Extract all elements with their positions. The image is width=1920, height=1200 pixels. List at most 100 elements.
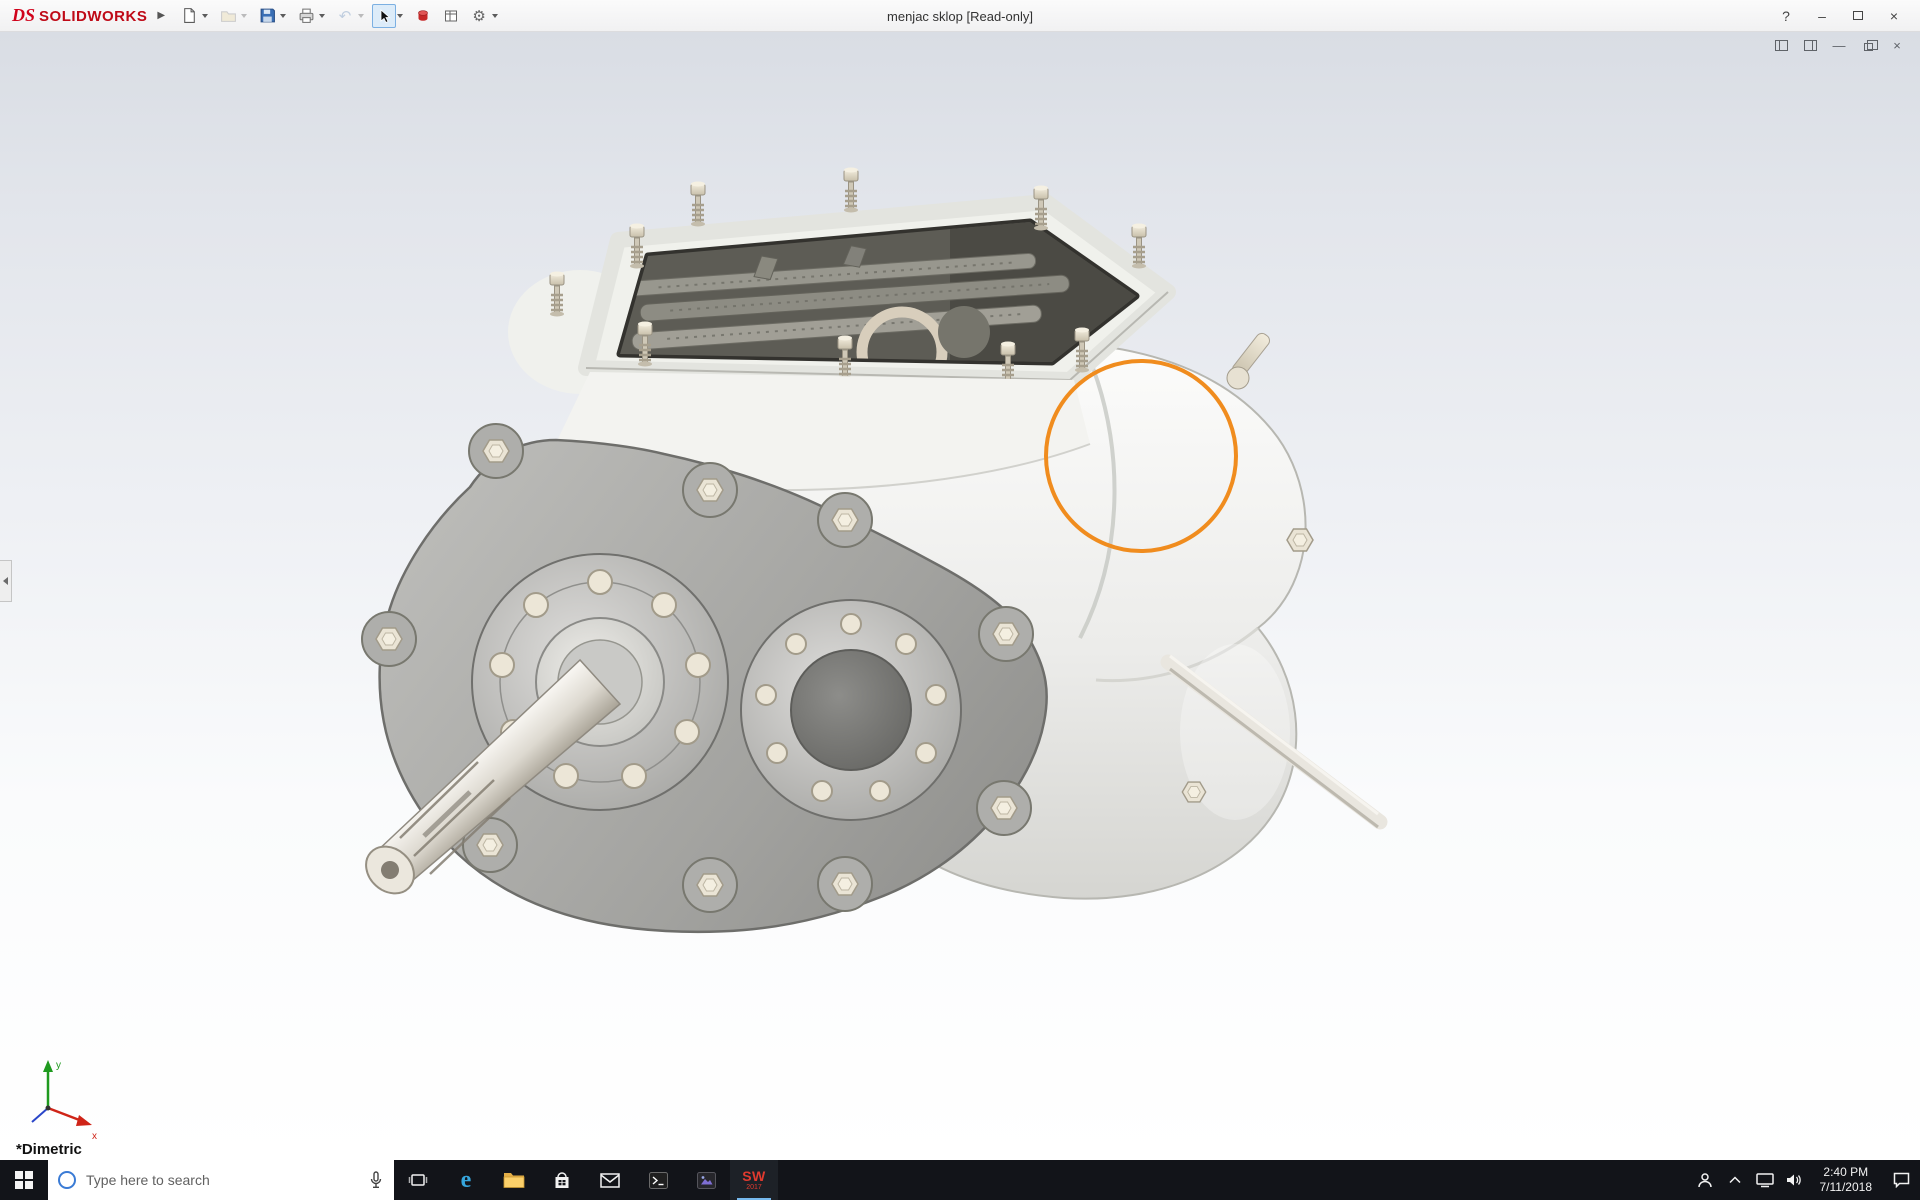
window-controls: ? – × <box>1768 2 1920 30</box>
console-button[interactable] <box>634 1160 682 1200</box>
file-properties-icon <box>445 10 458 21</box>
brand-text: SOLIDWORKS <box>39 8 148 25</box>
taskbar-clock[interactable]: 2:40 PM 7/11/2018 <box>1810 1165 1883 1195</box>
toolbar-group-undo: ↶ <box>333 4 368 28</box>
edge-icon: e <box>460 1167 472 1193</box>
photos-icon <box>696 1171 716 1189</box>
open-button[interactable] <box>216 4 240 28</box>
close-button[interactable]: × <box>1876 2 1912 30</box>
windows-logo-icon <box>15 1171 33 1189</box>
network-icon <box>1755 1172 1774 1187</box>
microphone-icon[interactable] <box>368 1171 384 1189</box>
open-dropdown-caret[interactable] <box>241 13 248 18</box>
network-button[interactable] <box>1750 1160 1780 1200</box>
feature-manager-collapse-tab[interactable] <box>0 560 12 602</box>
title-bar: DS SOLIDWORKS ▶ ↶ ⚙ menjac sklop [Read-o… <box>0 0 1920 32</box>
new-document-icon <box>183 8 195 23</box>
help-button[interactable]: ? <box>1768 2 1804 30</box>
toolbar-group-open <box>216 4 251 28</box>
gearbox-model[interactable] <box>357 166 1388 934</box>
undo-dropdown-caret[interactable] <box>358 13 365 18</box>
print-button[interactable] <box>294 4 318 28</box>
view-orientation-label: *Dimetric <box>16 1141 82 1158</box>
chevron-up-icon <box>1728 1176 1741 1184</box>
clock-time: 2:40 PM <box>1823 1165 1869 1179</box>
save-button[interactable] <box>255 4 279 28</box>
volume-button[interactable] <box>1780 1160 1810 1200</box>
new-dropdown-caret[interactable] <box>202 13 209 18</box>
cortana-icon <box>58 1171 76 1189</box>
volume-icon <box>1786 1174 1801 1186</box>
doc-restore-icon <box>1863 39 1878 51</box>
photos-button[interactable] <box>682 1160 730 1200</box>
solidworks-app-icon: SW 2017 <box>742 1168 766 1191</box>
orientation-triad: y x <box>31 1060 97 1142</box>
toolbar-group-component <box>411 4 435 28</box>
show-left-pane-button[interactable] <box>1772 37 1790 53</box>
graphics-viewport[interactable]: — × y x *Dimetric <box>0 32 1920 1160</box>
menu-flyout-icon[interactable]: ▶ <box>153 10 175 21</box>
undo-button[interactable]: ↶ <box>333 4 357 28</box>
triad-x-label: x <box>92 1131 97 1142</box>
save-dropdown-caret[interactable] <box>280 13 287 18</box>
document-window-controls: — × <box>1772 37 1906 53</box>
action-center-button[interactable] <box>1882 1160 1920 1200</box>
bearing-cover <box>740 599 962 821</box>
mail-icon <box>600 1172 620 1188</box>
window-title: menjac sklop [Read-only] <box>887 9 1033 24</box>
people-icon <box>1697 1172 1712 1187</box>
toolbar-group-print <box>294 4 329 28</box>
doc-close-button[interactable]: × <box>1888 37 1906 53</box>
clock-date: 7/11/2018 <box>1819 1180 1873 1194</box>
print-dropdown-caret[interactable] <box>319 13 326 18</box>
gear-icon: ⚙ <box>472 7 486 25</box>
options-dropdown-caret[interactable] <box>492 13 499 18</box>
show-right-pane-button[interactable] <box>1801 37 1819 53</box>
search-input[interactable] <box>86 1172 358 1188</box>
pinned-apps: e SW 2017 <box>394 1160 778 1200</box>
minimize-button[interactable]: – <box>1804 2 1840 30</box>
store-icon <box>555 1172 569 1188</box>
print-icon <box>299 8 313 23</box>
taskbar-search[interactable] <box>48 1160 394 1200</box>
doc-restore-button[interactable] <box>1859 37 1878 53</box>
model-canvas[interactable]: y x <box>0 32 1920 1160</box>
select-tool-button[interactable] <box>372 3 397 28</box>
housing-bolt <box>1286 528 1314 552</box>
collapse-arrow-icon <box>3 577 8 585</box>
select-cursor-icon <box>380 8 391 23</box>
system-tray: 2:40 PM 7/11/2018 <box>1690 1160 1920 1200</box>
maximize-icon <box>1853 11 1863 20</box>
solidworks-window: DS SOLIDWORKS ▶ ↶ ⚙ menjac sklop [Read-o… <box>0 0 1920 1200</box>
show-hidden-icons-button[interactable] <box>1720 1160 1750 1200</box>
store-button[interactable] <box>538 1160 586 1200</box>
red-component-button[interactable] <box>411 4 435 28</box>
options-button[interactable]: ⚙ <box>467 4 491 28</box>
toolbar-group-properties <box>439 4 463 28</box>
right-pane-icon <box>1803 39 1817 51</box>
toolbar-group-save <box>255 4 290 28</box>
notification-icon <box>1893 1172 1909 1188</box>
file-properties-button[interactable] <box>439 4 463 28</box>
toolbar-group-options: ⚙ <box>467 4 502 28</box>
windows-taskbar: e SW 2017 <box>0 1160 1920 1200</box>
mail-button[interactable] <box>586 1160 634 1200</box>
file-explorer-icon <box>503 1173 525 1188</box>
ds-logo-glyph: DS <box>12 5 36 25</box>
toolbar-group-select <box>372 3 407 28</box>
doc-minimize-button[interactable]: — <box>1830 37 1848 53</box>
solidworks-taskbar-button[interactable]: SW 2017 <box>730 1160 778 1200</box>
new-document-button[interactable] <box>177 4 201 28</box>
undo-icon: ↶ <box>338 7 352 25</box>
file-explorer-button[interactable] <box>490 1160 538 1200</box>
maximize-button[interactable] <box>1840 2 1876 30</box>
solidworks-logo[interactable]: DS SOLIDWORKS <box>0 5 153 26</box>
start-button[interactable] <box>0 1160 48 1200</box>
edge-button[interactable]: e <box>442 1160 490 1200</box>
vent-stub <box>1226 332 1270 390</box>
triad-y-label: y <box>56 1060 61 1071</box>
task-view-button[interactable] <box>394 1160 442 1200</box>
people-button[interactable] <box>1690 1160 1720 1200</box>
select-dropdown-caret[interactable] <box>397 13 404 18</box>
housing-bolt <box>1181 781 1207 803</box>
